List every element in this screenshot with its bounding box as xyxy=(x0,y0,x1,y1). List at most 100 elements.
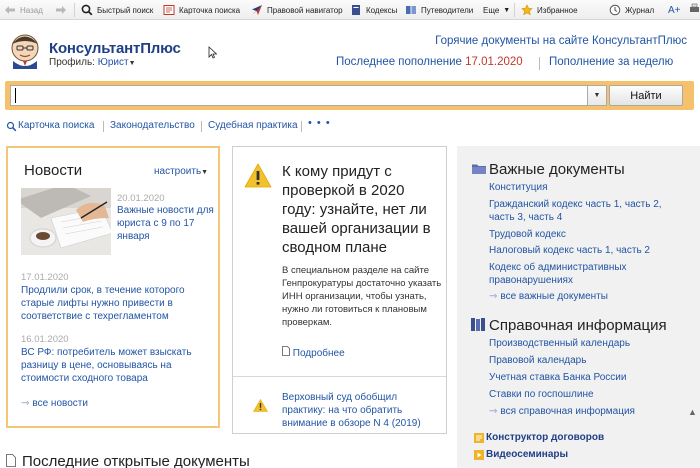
search-card-button[interactable]: Карточка поиска xyxy=(163,0,240,20)
search-card-icon xyxy=(163,4,175,16)
brand-name: КонсультантПлюс xyxy=(49,40,181,57)
reference-books-icon xyxy=(471,318,486,334)
search-history-dropdown[interactable]: ▼ xyxy=(588,85,607,106)
search-button[interactable]: Найти xyxy=(609,85,683,106)
video-seminar-link[interactable]: Видеосеминары xyxy=(486,449,568,460)
all-news-link[interactable]: ⇾ все новости xyxy=(21,398,88,409)
clock-icon xyxy=(609,4,621,16)
feature-divider xyxy=(233,376,446,377)
news-item-link[interactable]: ВС РФ: потребитель может взыскать разниц… xyxy=(21,346,201,385)
quick-search-label: Быстрый поиск xyxy=(97,5,154,15)
codes-label: Кодексы xyxy=(366,5,398,15)
all-important-docs-link[interactable]: ⇾ все важные документы xyxy=(489,290,608,303)
consultant-logo xyxy=(6,31,44,72)
arrow-right-icon: ⇾ xyxy=(489,291,498,302)
more-menu[interactable]: Еще ▼ xyxy=(483,0,510,20)
contract-builder-icon xyxy=(474,433,484,446)
news-title: Новости xyxy=(24,162,83,179)
news-item-link[interactable]: Важные новости для юриста с 9 по 17 янва… xyxy=(117,204,215,243)
font-size-button[interactable]: A+ xyxy=(668,0,681,20)
reference-link[interactable]: Правовой календарь xyxy=(489,354,586,367)
all-reference-link[interactable]: ⇾ вся справочная информация xyxy=(489,405,635,418)
quick-links-more[interactable]: • • • xyxy=(308,117,331,129)
reference-link[interactable]: Учетная ставка Банка России xyxy=(489,371,626,384)
news-date: 17.01.2020 xyxy=(21,272,69,283)
week-update-link[interactable]: Пополнение за неделю xyxy=(549,56,673,68)
feature-more-link[interactable]: Подробнее xyxy=(282,346,345,359)
news-item-link[interactable]: Продлили срок, в течение которого старые… xyxy=(21,284,201,323)
last-update-label: Последнее пополнение xyxy=(336,56,462,68)
news-date: 20.01.2020 xyxy=(117,193,165,204)
search-input[interactable] xyxy=(10,85,588,106)
right-panel xyxy=(457,146,700,468)
guides-icon xyxy=(405,4,417,16)
journal-button[interactable]: Журнал xyxy=(609,0,654,20)
journal-label: Журнал xyxy=(625,5,655,15)
legal-navigator-label: Правовой навигатор xyxy=(267,5,343,15)
back-label: Назад xyxy=(20,5,43,15)
codes-button[interactable]: Кодексы xyxy=(350,0,397,20)
legal-navigator-button[interactable]: Правовой навигатор xyxy=(251,0,343,20)
more-label: Еще xyxy=(483,5,500,15)
header-divider xyxy=(539,57,540,70)
back-button[interactable]: Назад xyxy=(4,0,43,20)
arrow-right-icon: ⇾ xyxy=(21,398,30,409)
all-important-docs-label: все важные документы xyxy=(500,291,608,302)
contract-builder-link[interactable]: Конструктор договоров xyxy=(486,432,604,443)
arrow-right-icon: ⇾ xyxy=(489,406,498,417)
recent-documents-icon xyxy=(6,454,16,468)
forward-button[interactable] xyxy=(55,0,71,20)
reference-title: Справочная информация xyxy=(489,317,667,334)
last-update-date: 17.01.2020 xyxy=(465,56,523,68)
search-card-label: Карточка поиска xyxy=(179,5,241,15)
important-doc-link[interactable]: Налоговый кодекс часть 1, часть 2 xyxy=(489,244,650,257)
printer-icon xyxy=(690,3,699,17)
back-arrow-icon xyxy=(4,4,16,16)
feature-description: В специальном разделе на сайте Генпрокур… xyxy=(282,265,442,328)
mouse-cursor-icon xyxy=(208,46,218,62)
quick-link-legislation[interactable]: Законодательство xyxy=(110,120,195,131)
guides-button[interactable]: Путеводители xyxy=(405,0,473,20)
chevron-down-icon: ▼ xyxy=(593,92,601,99)
font-size-label: A+ xyxy=(668,4,681,16)
search-card-small-icon xyxy=(6,121,17,135)
important-doc-link[interactable]: Трудовой кодекс xyxy=(489,228,566,241)
feature-title-link[interactable]: К кому придут с проверкой в 2020 году: у… xyxy=(282,162,442,257)
guides-label: Путеводители xyxy=(421,5,474,15)
chevron-down-icon: ▼ xyxy=(503,6,511,14)
profile-label: Профиль: xyxy=(49,57,95,68)
feature-more-label: Подробнее xyxy=(292,348,345,359)
quick-link-court-practice[interactable]: Судебная практика xyxy=(208,120,298,131)
chevron-down-icon: ▼ xyxy=(201,169,209,176)
important-doc-link[interactable]: Гражданский кодекс часть 1, часть 2, час… xyxy=(489,198,669,224)
text-caret xyxy=(15,88,16,103)
document-icon xyxy=(282,346,293,359)
reference-link[interactable]: Ставки по госпошлине xyxy=(489,388,594,401)
reference-link[interactable]: Производственный календарь xyxy=(489,337,630,350)
news-photo xyxy=(21,188,111,255)
chevron-down-icon: ▼ xyxy=(128,60,136,67)
folder-icon xyxy=(472,163,486,177)
feature-secondary-link[interactable]: Верховный суд обобщил практику: на что о… xyxy=(282,391,442,430)
all-reference-label: вся справочная информация xyxy=(500,406,635,417)
important-doc-link[interactable]: Конституция xyxy=(489,181,548,194)
print-button[interactable] xyxy=(690,0,699,20)
warning-icon xyxy=(244,163,272,191)
profile-selector[interactable]: Профиль: Юрист▼ xyxy=(49,57,136,68)
all-news-label: все новости xyxy=(32,398,88,409)
profile-value: Юрист xyxy=(97,57,129,68)
warning-icon xyxy=(253,399,268,415)
hot-docs-link[interactable]: Горячие документы на сайте КонсультантПл… xyxy=(435,35,687,47)
star-icon xyxy=(521,4,533,16)
favorites-label: Избранное xyxy=(537,5,578,15)
quick-link-search-card[interactable]: Карточка поиска xyxy=(18,120,94,131)
news-configure-label: настроить xyxy=(154,166,202,177)
news-configure-link[interactable]: настроить▼ xyxy=(154,166,208,177)
important-doc-link[interactable]: Кодекс об административных правонарушени… xyxy=(489,261,639,287)
favorites-button[interactable]: Избранное xyxy=(521,0,578,20)
recent-documents-title: Последние открытые документы xyxy=(22,453,250,468)
quick-search-button[interactable]: Быстрый поиск xyxy=(81,0,153,20)
last-update-link[interactable]: Последнее пополнение 17.01.2020 xyxy=(336,56,523,68)
navigator-icon xyxy=(251,4,263,16)
scroll-up-icon[interactable]: ▲ xyxy=(688,407,697,417)
